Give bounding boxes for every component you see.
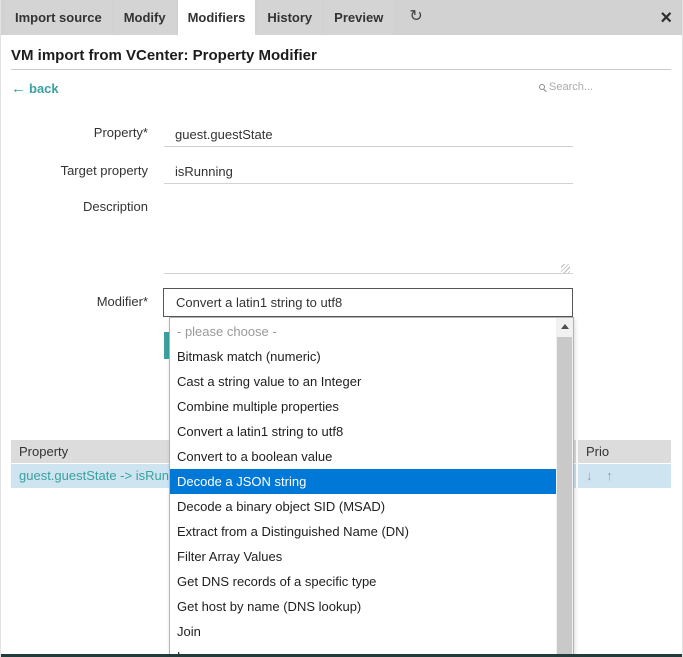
close-icon[interactable]: × <box>660 5 672 31</box>
page-title: VM import from VCenter: Property Modifie… <box>11 47 317 64</box>
property-label: Property* <box>1 125 148 140</box>
dropdown-option[interactable]: Get DNS records of a specific type <box>170 569 556 594</box>
dropdown-option[interactable]: Extract from a Distinguished Name (DN) <box>170 519 556 544</box>
search-icon <box>539 84 545 90</box>
back-arrow-icon: ← <box>11 80 26 97</box>
column-header-prio: Prio <box>578 440 671 463</box>
dropdown-option[interactable]: Bitmask match (numeric) <box>170 344 556 369</box>
modifier-label: Modifier* <box>1 294 148 309</box>
dropdown-option[interactable]: Convert a latin1 string to utf8 <box>170 419 556 444</box>
tab-history[interactable]: History <box>257 0 322 35</box>
tab-modifiers[interactable]: Modifiers <box>178 0 256 42</box>
prio-up-icon[interactable]: ↑ <box>606 468 613 483</box>
description-label: Description <box>1 199 148 214</box>
app-window: Import source Modify Modifiers History P… <box>0 0 683 657</box>
chevron-up-icon <box>561 324 569 329</box>
scrollbar-thumb[interactable] <box>557 337 572 656</box>
tab-preview[interactable]: Preview <box>324 0 393 35</box>
modifier-row-link[interactable]: guest.guestState -> isRunning <box>19 468 194 483</box>
target-property-label: Target property <box>1 163 148 178</box>
prio-down-icon[interactable]: ↓ <box>586 468 593 483</box>
dropdown-option[interactable]: Combine multiple properties <box>170 394 556 419</box>
dropdown-option[interactable]: Decode a binary object SID (MSAD) <box>170 494 556 519</box>
dropdown-option[interactable]: Join <box>170 619 556 644</box>
dropdown-option[interactable]: Cast a string value to an Integer <box>170 369 556 394</box>
dropdown-scrollbar[interactable] <box>556 318 573 656</box>
tab-modify[interactable]: Modify <box>114 0 176 35</box>
search-input[interactable] <box>549 81 649 93</box>
refresh-icon[interactable]: ↻ <box>409 0 422 35</box>
back-link[interactable]: ←back <box>11 80 59 97</box>
modifier-select[interactable]: Convert a latin1 string to utf8 <box>163 288 573 317</box>
dropdown-option[interactable]: Get host by name (DNS lookup) <box>170 594 556 619</box>
dropdown-options: - please choose - Bitmask match (numeric… <box>170 319 556 657</box>
tab-import-source[interactable]: Import source <box>5 0 112 35</box>
target-property-input[interactable]: isRunning <box>164 160 573 184</box>
back-label: back <box>29 81 59 96</box>
dropdown-option[interactable]: Convert to a boolean value <box>170 444 556 469</box>
tab-bar: Import source Modify Modifiers History P… <box>1 0 682 35</box>
dropdown-option[interactable]: - please choose - <box>170 319 556 344</box>
search-box <box>539 81 669 93</box>
property-input[interactable]: guest.guestState <box>164 123 573 147</box>
description-textarea[interactable] <box>164 192 573 274</box>
modifier-dropdown-list: - please choose - Bitmask match (numeric… <box>169 317 574 657</box>
scrollbar-up-button[interactable] <box>556 318 573 335</box>
resize-grip-icon[interactable] <box>561 264 570 273</box>
dropdown-option-highlighted[interactable]: Decode a JSON string <box>170 469 556 494</box>
dropdown-option[interactable]: Filter Array Values <box>170 544 556 569</box>
title-divider <box>11 69 671 70</box>
